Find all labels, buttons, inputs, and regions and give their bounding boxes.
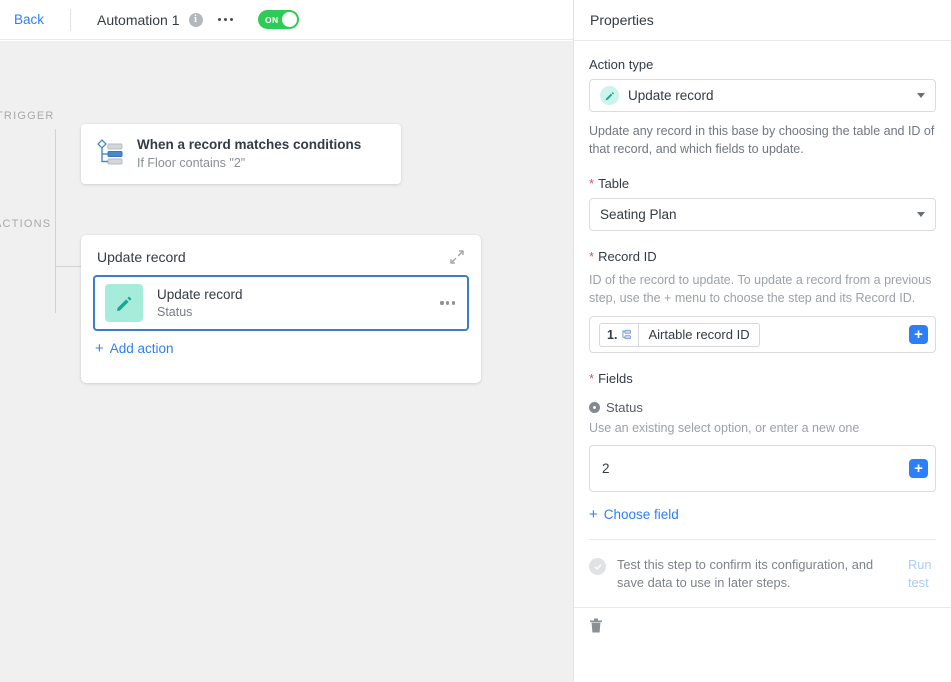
automation-editor: Back Automation 1 i ON TRIGGER ACTIONS	[0, 0, 951, 682]
field-entry-header: Status	[589, 400, 936, 415]
action-type-label-text: Action type	[589, 57, 654, 72]
collapse-diagonal-icon[interactable]	[449, 249, 465, 265]
action-type-description: Update any record in this base by choosi…	[589, 124, 935, 156]
trigger-subtitle: If Floor contains "2"	[137, 156, 246, 170]
chevron-down-icon	[917, 212, 925, 217]
action-type-label: Action type	[589, 57, 936, 72]
info-icon[interactable]: i	[188, 12, 203, 27]
field-entry-value: 2	[602, 461, 610, 476]
actions-card: Update record Update record Status + Add…	[81, 235, 481, 383]
actions-card-title: Update record	[97, 249, 186, 265]
action-step-title: Update record	[157, 286, 243, 302]
trigger-section-label: TRIGGER	[0, 110, 55, 122]
plus-icon: +	[914, 325, 923, 343]
fields-label-text: Fields	[598, 371, 633, 386]
required-asterisk-icon: *	[589, 371, 595, 386]
table-label-text: Table	[598, 176, 630, 191]
action-type-value: Update record	[628, 88, 714, 103]
action-type-select[interactable]: Update record	[589, 79, 936, 112]
properties-title: Properties	[590, 12, 654, 28]
test-step-section: Test this step to confirm its configurat…	[574, 540, 951, 607]
fields-label: * Fields	[589, 371, 936, 386]
table-select[interactable]: Seating Plan	[589, 198, 936, 231]
flow-canvas-pane: Back Automation 1 i ON TRIGGER ACTIONS	[0, 0, 573, 682]
record-id-insert-button[interactable]: +	[909, 325, 928, 344]
required-asterisk-icon: *	[589, 176, 595, 191]
action-step-row[interactable]: Update record Status	[93, 275, 469, 331]
top-bar: Back Automation 1 i ON	[0, 0, 573, 40]
action-step-ellipsis-icon[interactable]	[438, 295, 457, 310]
record-id-input[interactable]: 1. Airtable record ID +	[589, 316, 936, 353]
plus-icon: +	[914, 459, 923, 477]
field-entry-input[interactable]: 2 +	[589, 445, 936, 492]
trash-icon[interactable]	[589, 618, 603, 638]
record-id-token-number: 1.	[607, 327, 618, 342]
pencil-icon	[105, 284, 143, 322]
record-id-token-label: Airtable record ID	[648, 327, 750, 342]
add-action-label: Add action	[109, 341, 174, 356]
action-step-subtitle: Status	[157, 304, 193, 319]
record-id-token[interactable]: 1. Airtable record ID	[599, 322, 760, 347]
trigger-text-block: When a record matches conditions If Floo…	[137, 137, 361, 171]
trigger-title: When a record matches conditions	[137, 137, 362, 152]
record-id-helper: ID of the record to update. To update a …	[589, 273, 932, 305]
plus-icon: +	[95, 340, 104, 357]
back-button[interactable]: Back	[10, 9, 48, 30]
plus-icon: +	[589, 506, 598, 523]
properties-footer	[574, 608, 951, 649]
check-circle-icon	[589, 558, 606, 575]
record-id-token-step: 1.	[600, 323, 640, 346]
action-step-text-block: Update record Status	[157, 287, 438, 320]
actions-section-label: ACTIONS	[0, 218, 52, 230]
table-label: * Table	[589, 176, 936, 191]
automation-title[interactable]: Automation 1	[97, 12, 180, 28]
run-test-button[interactable]: Run test	[908, 556, 936, 592]
pencil-circle-icon	[600, 86, 619, 105]
choose-field-label: Choose field	[603, 507, 679, 522]
record-id-label: * Record ID	[589, 249, 936, 264]
field-entry-insert-button[interactable]: +	[909, 459, 928, 478]
test-step-text: Test this step to confirm its configurat…	[617, 557, 874, 590]
toggle-state-label: ON	[265, 14, 279, 25]
flow-connector-line	[55, 129, 56, 313]
toggle-knob	[282, 12, 298, 27]
table-value: Seating Plan	[600, 207, 677, 222]
chevron-down-icon	[917, 93, 925, 98]
field-entry-name: Status	[606, 400, 643, 415]
automation-enabled-toggle[interactable]: ON	[258, 10, 300, 29]
toolbar-divider	[70, 8, 72, 31]
add-action-button[interactable]: + Add action	[95, 341, 174, 356]
step-reference-icon	[623, 329, 632, 340]
choose-field-button[interactable]: + Choose field	[589, 507, 679, 522]
required-asterisk-icon: *	[589, 249, 595, 264]
record-matches-conditions-icon	[95, 139, 125, 169]
ellipsis-icon[interactable]	[215, 12, 237, 28]
properties-pane: Properties Action type Update record Upd…	[573, 0, 951, 682]
record-id-label-text: Record ID	[598, 249, 657, 264]
properties-header: Properties	[574, 0, 951, 41]
field-entry-helper: Use an existing select option, or enter …	[589, 421, 860, 435]
properties-body: Action type Update record Update any rec…	[574, 41, 951, 540]
flow-connector-elbow	[55, 266, 82, 267]
canvas: TRIGGER ACTIONS When	[0, 41, 573, 682]
field-entry-status: Status Use an existing select option, or…	[589, 400, 936, 492]
trigger-card[interactable]: When a record matches conditions If Floo…	[81, 124, 401, 184]
actions-card-header: Update record	[81, 235, 481, 275]
single-select-icon	[589, 402, 600, 413]
